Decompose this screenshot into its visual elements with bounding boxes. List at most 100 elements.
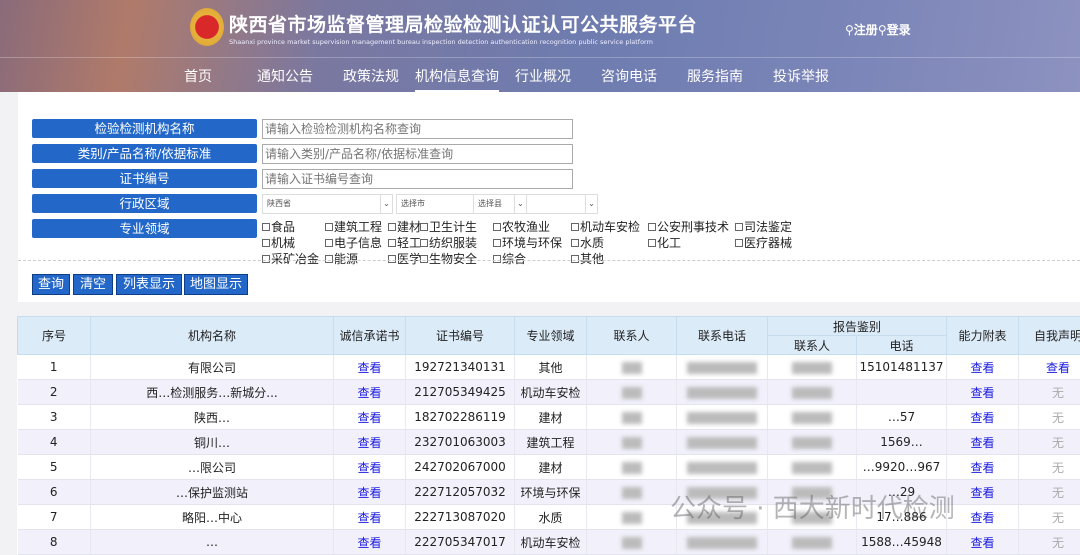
cert-number: 222712057032 — [406, 480, 515, 505]
label-region: 行政区域 — [32, 194, 257, 213]
checkbox-box[interactable] — [735, 223, 743, 231]
capability-view-link[interactable]: 查看 — [971, 511, 995, 525]
integrity-view-link[interactable]: 查看 — [357, 361, 381, 375]
register-link[interactable]: 注册 — [854, 23, 878, 37]
login-link[interactable]: 登录 — [887, 23, 911, 37]
capability-view-link[interactable]: 查看 — [971, 411, 995, 425]
cert-number: 242702067000 — [406, 455, 515, 480]
cert-number: 182702286119 — [406, 405, 515, 430]
integrity-view-link[interactable]: 查看 — [357, 536, 381, 550]
checkbox-box[interactable] — [420, 239, 428, 247]
field-checkbox[interactable]: 建材 — [388, 218, 421, 235]
report-phone: 15101481137 — [857, 355, 947, 380]
checkbox-box[interactable] — [571, 239, 579, 247]
field-checkbox[interactable]: 农牧渔业 — [493, 218, 550, 235]
field-checkbox[interactable]: 电子信息 — [325, 234, 382, 251]
integrity-view-link[interactable]: 查看 — [357, 511, 381, 525]
chevron-down-icon: ⌄ — [585, 195, 597, 213]
field-checkbox[interactable]: 综合 — [493, 250, 526, 267]
checkbox-box[interactable] — [571, 223, 579, 231]
search-button[interactable]: 查询 — [32, 274, 70, 295]
site-subtitle: Shaanxi province market supervision mana… — [229, 38, 653, 46]
contact-redacted — [622, 512, 642, 524]
field-checkbox[interactable]: 化工 — [648, 234, 681, 251]
field-checkbox[interactable]: 公安刑事技术 — [648, 218, 729, 235]
field-checkbox[interactable]: 环境与环保 — [493, 234, 562, 251]
nav-policies[interactable]: 政策法规 — [343, 66, 399, 86]
province-select[interactable]: 陕西省⌄ — [262, 194, 393, 214]
user-icon: ⚲ — [878, 23, 887, 37]
field-label: 司法鉴定 — [744, 220, 792, 234]
checkbox-box[interactable] — [735, 239, 743, 247]
integrity-view-link[interactable]: 查看 — [357, 461, 381, 475]
field-checkbox[interactable]: 采矿冶金 — [262, 250, 319, 267]
clear-button[interactable]: 清空 — [73, 274, 113, 295]
report-contact-redacted — [792, 362, 832, 374]
field-checkbox[interactable]: 卫生计生 — [420, 218, 477, 235]
field-checkbox[interactable]: 水质 — [571, 234, 604, 251]
list-view-button[interactable]: 列表显示 — [116, 274, 182, 295]
field-checkbox[interactable]: 司法鉴定 — [735, 218, 792, 235]
institution-name-input[interactable] — [262, 119, 573, 139]
nav-industry[interactable]: 行业概况 — [515, 66, 571, 86]
field-checkbox[interactable]: 能源 — [325, 250, 358, 267]
field-checkbox[interactable]: 轻工 — [388, 234, 421, 251]
field-checkbox[interactable]: 生物安全 — [420, 250, 477, 267]
col-field: 专业领域 — [515, 317, 587, 355]
nav-notices[interactable]: 通知公告 — [257, 66, 313, 86]
checkbox-box[interactable] — [493, 223, 501, 231]
integrity-view-link[interactable]: 查看 — [357, 411, 381, 425]
integrity-view-link[interactable]: 查看 — [357, 486, 381, 500]
field-label: 其他 — [580, 252, 604, 266]
capability-view-link[interactable]: 查看 — [971, 361, 995, 375]
integrity-view-link[interactable]: 查看 — [357, 386, 381, 400]
field-checkbox[interactable]: 机械 — [262, 234, 295, 251]
row-index: 3 — [18, 405, 91, 430]
checkbox-box[interactable] — [648, 239, 656, 247]
capability-view-link[interactable]: 查看 — [971, 486, 995, 500]
checkbox-box[interactable] — [493, 255, 501, 263]
row-index: 6 — [18, 480, 91, 505]
field-checkbox[interactable]: 医疗器械 — [735, 234, 792, 251]
field-checkbox[interactable]: 其他 — [571, 250, 604, 267]
self-declaration: 无 — [1052, 461, 1064, 475]
field-checkbox[interactable]: 机动车安检 — [571, 218, 640, 235]
nav-home[interactable]: 首页 — [184, 66, 212, 86]
capability-view-link[interactable]: 查看 — [971, 436, 995, 450]
checkbox-box[interactable] — [262, 239, 270, 247]
checkbox-box[interactable] — [388, 223, 396, 231]
category-input[interactable] — [262, 144, 573, 164]
integrity-view-link[interactable]: 查看 — [357, 436, 381, 450]
nav-hotline[interactable]: 咨询电话 — [601, 66, 657, 86]
field-checkbox[interactable]: 食品 — [262, 218, 295, 235]
checkbox-box[interactable] — [325, 239, 333, 247]
cert-number-input[interactable] — [262, 169, 573, 189]
nav-institution-query[interactable]: 机构信息查询 — [415, 66, 499, 92]
checkbox-box[interactable] — [420, 255, 428, 263]
field: 机动车安检 — [515, 380, 587, 405]
phone-redacted — [687, 437, 757, 449]
checkbox-box[interactable] — [493, 239, 501, 247]
county-select[interactable]: 选择县⌄ — [473, 194, 598, 214]
checkbox-box[interactable] — [648, 223, 656, 231]
label-cert-number: 证书编号 — [32, 169, 257, 188]
capability-view-link[interactable]: 查看 — [971, 536, 995, 550]
capability-view-link[interactable]: 查看 — [971, 461, 995, 475]
field-label: 水质 — [580, 236, 604, 250]
checkbox-box[interactable] — [571, 255, 579, 263]
checkbox-box[interactable] — [325, 223, 333, 231]
nav-guide[interactable]: 服务指南 — [687, 66, 743, 86]
field-checkbox[interactable]: 纺织服装 — [420, 234, 477, 251]
field-checkbox[interactable]: 建筑工程 — [325, 218, 382, 235]
nav-complaints[interactable]: 投诉举报 — [773, 66, 829, 86]
map-view-button[interactable]: 地图显示 — [184, 274, 248, 295]
checkbox-box[interactable] — [262, 255, 270, 263]
checkbox-box[interactable] — [388, 255, 396, 263]
self-declaration[interactable]: 查看 — [1046, 361, 1070, 375]
checkbox-box[interactable] — [420, 223, 428, 231]
capability-view-link[interactable]: 查看 — [971, 386, 995, 400]
checkbox-box[interactable] — [388, 239, 396, 247]
field-checkbox[interactable]: 医学 — [388, 250, 421, 267]
checkbox-box[interactable] — [325, 255, 333, 263]
checkbox-box[interactable] — [262, 223, 270, 231]
